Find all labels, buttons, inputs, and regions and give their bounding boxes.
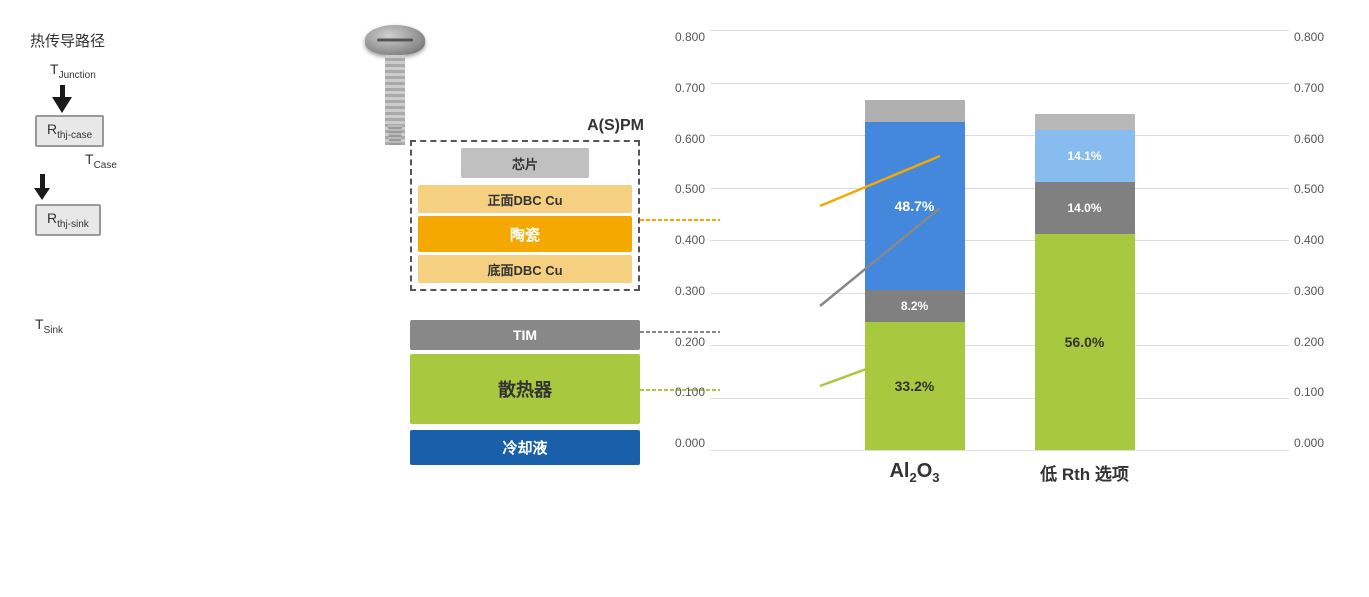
x-label-low-rth: 低 Rth 选项 [1035, 460, 1135, 485]
screw-head [365, 25, 425, 55]
chart-section: 0.800 0.700 0.600 0.500 0.400 0.300 0.20… [660, 30, 1339, 587]
screw-illustration [360, 25, 430, 165]
r-thj-sink-box: Rthj-sink [35, 204, 101, 236]
bar-low-rth: 14.1% 14.0% 56.0% [1035, 30, 1135, 450]
bar-lowrth-heatsink: 56.0% [1035, 234, 1135, 450]
left-thermal-section: 热传导路径 TJunction Rthj-case TCase [30, 20, 290, 336]
screw-shaft [385, 55, 405, 145]
bars-area: 48.7% 8.2% 33.2% [715, 30, 1284, 450]
bar-al2o3-tim: 8.2% [865, 290, 965, 322]
stacked-bar-al2o3: 48.7% 8.2% 33.2% [865, 30, 965, 450]
layer-dbc-bottom: 底面DBC Cu [418, 255, 632, 283]
aspm-label: A(S)PM [581, 115, 650, 137]
main-container: 热传导路径 TJunction Rthj-case TCase [0, 0, 1369, 597]
bar-al2o3-heatsink: 33.2% [865, 322, 965, 450]
r-thj-case-box: Rthj-case [35, 115, 104, 147]
bar-al2o3: 48.7% 8.2% 33.2% [865, 30, 965, 450]
x-label-al2o3: Al2O3 [865, 460, 965, 485]
layer-ceramic: 陶瓷 [418, 216, 632, 252]
bar-lowrth-tim: 14.0% [1035, 182, 1135, 234]
t-junction-label: TJunction [50, 61, 96, 81]
layer-coolant: 冷却液 [410, 430, 640, 465]
layer-tim: TIM [410, 320, 640, 350]
thermal-chain: TJunction Rthj-case TCase [30, 61, 290, 336]
layer-heatsink: 散热器 [410, 354, 640, 424]
t-case-label: TCase [85, 151, 117, 171]
bar-al2o3-chip [865, 100, 965, 122]
layer-chip: 芯片 [461, 148, 589, 178]
dashed-lines-svg [280, 20, 660, 580]
heat-path-label: 热传导路径 [30, 30, 290, 51]
layer-dbc-top: 正面DBC Cu [418, 185, 632, 213]
x-axis-labels: Al2O3 低 Rth 选项 [715, 460, 1284, 485]
middle-aspm-section: A(S)PM 芯片 正面DBC Cu 陶瓷 底面DBC Cu [280, 20, 660, 580]
y-axis-left: 0.800 0.700 0.600 0.500 0.400 0.300 0.20… [660, 30, 705, 450]
bar-lowrth-dbc: 14.1% [1035, 130, 1135, 182]
module-dashed-box: 芯片 正面DBC Cu 陶瓷 底面DBC Cu [410, 140, 640, 291]
bar-al2o3-dbc: 48.7% [865, 122, 965, 290]
t-sink-label: TSink [35, 316, 63, 336]
bar-lowrth-chip [1035, 114, 1135, 130]
y-axis-right: 0.800 0.700 0.600 0.500 0.400 0.300 0.20… [1294, 30, 1339, 450]
